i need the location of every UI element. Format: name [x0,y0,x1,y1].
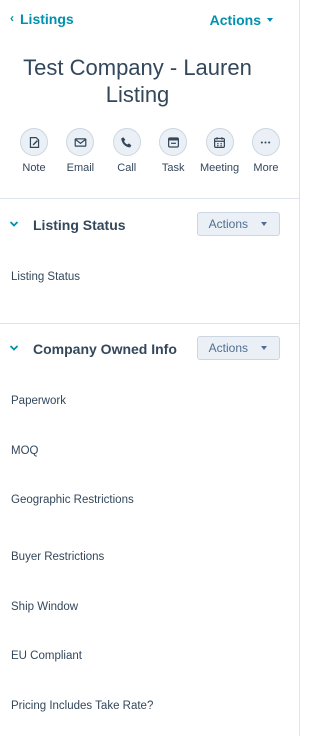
more-icon [251,128,280,156]
property-geographic-restrictions[interactable]: Geographic Restrictions [11,494,134,506]
record-actions-dropdown[interactable]: Actions [210,12,273,28]
meeting-label: Meeting [199,162,240,174]
note-label: Note [22,162,46,174]
property-paperwork[interactable]: Paperwork [11,395,66,407]
property-ship-window[interactable]: Ship Window [11,601,78,613]
property-pricing-includes-take-rate[interactable]: Pricing Includes Take Rate? [11,700,153,712]
chevron-down-icon[interactable] [8,342,20,354]
call-label: Call [117,162,137,174]
back-link-label: Listings [20,11,74,27]
property-listing-status[interactable]: Listing Status [11,271,80,283]
email-label: Email [66,162,95,174]
section-title-company-owned-info[interactable]: Company Owned Info [33,341,177,357]
property-eu-compliant[interactable]: EU Compliant [11,650,82,662]
record-actions-label: Actions [209,12,261,28]
meeting-button[interactable]: Meeting [198,128,242,174]
back-to-listings-link[interactable]: ‹ Listings [10,11,74,27]
top-bar: ‹ Listings Actions [0,0,299,40]
task-label: Task [161,162,185,174]
phone-icon [112,128,141,156]
company-owned-info-actions-label: Actions [208,341,248,355]
calendar-icon [205,128,234,156]
record-title[interactable]: Test Company - Lauren Listing [10,54,265,108]
section-header-company-owned-info: Company Owned Info Actions [0,336,299,364]
company-owned-info-actions-button[interactable]: Actions [196,336,280,360]
chevron-left-icon: ‹ [10,11,14,25]
caret-down-icon [261,222,267,226]
section-header-listing-status: Listing Status Actions [0,212,299,240]
note-button[interactable]: Note [12,128,56,174]
task-button[interactable]: Task [151,128,195,174]
caret-down-icon [261,346,267,350]
caret-down-icon [267,18,273,22]
property-moq[interactable]: MOQ [11,445,38,457]
listing-status-actions-label: Actions [208,217,248,231]
section-title-listing-status[interactable]: Listing Status [33,217,126,233]
quick-actions-bar: Note Email Call Task Meeting More [12,128,288,174]
email-button[interactable]: Email [58,128,102,174]
chevron-down-icon[interactable] [8,218,20,230]
note-icon [20,128,48,156]
call-button[interactable]: Call [105,128,149,174]
property-buyer-restrictions[interactable]: Buyer Restrictions [11,551,104,563]
more-label: More [253,162,279,174]
email-icon [66,128,95,156]
divider [0,323,299,324]
listing-status-actions-button[interactable]: Actions [196,212,280,236]
divider [0,198,299,199]
task-icon [159,128,188,156]
more-button[interactable]: More [244,128,288,174]
record-sidebar: ‹ Listings Actions Test Company - Lauren… [0,0,300,736]
